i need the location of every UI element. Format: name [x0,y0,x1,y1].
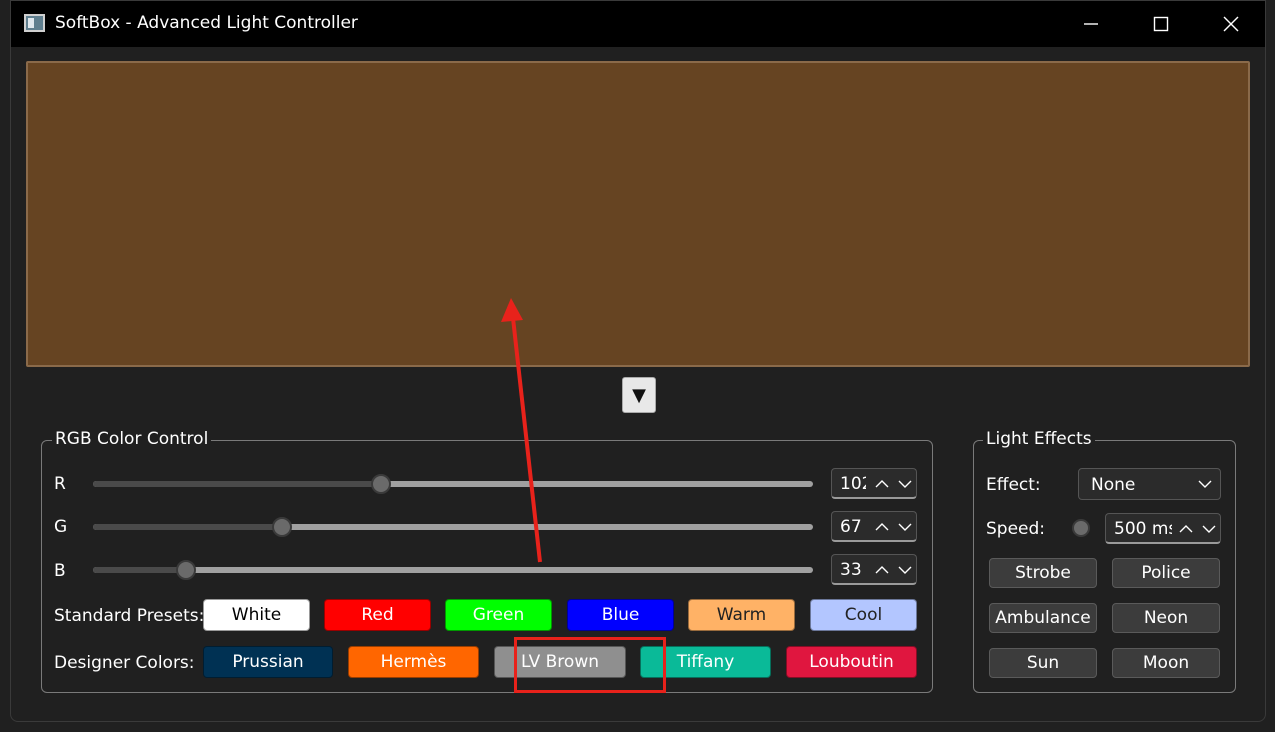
rgb-color-control-group: RGB Color Control R 102 G 67 B [41,429,933,693]
chevron-down-icon [1198,474,1212,499]
designer-hermes-button[interactable]: Hermès [348,646,479,678]
green-increment-button[interactable] [872,516,892,538]
effect-police-button[interactable]: Police [1112,558,1220,588]
chevron-down-icon [898,480,912,488]
green-slider[interactable] [93,517,813,537]
red-slider[interactable] [93,474,813,494]
effect-neon-button[interactable]: Neon [1112,603,1220,633]
red-channel-label: R [54,474,66,494]
effect-dropdown-value: None [1091,475,1136,495]
red-value[interactable]: 102 [840,474,866,494]
designer-louboutin-button[interactable]: Louboutin [786,646,917,678]
chevron-down-icon [898,523,912,531]
preset-red-button[interactable]: Red [324,599,431,631]
standard-presets-label: Standard Presets: [54,606,205,626]
speed-spinbox[interactable]: 500 ms [1105,513,1221,544]
rgb-group-title: RGB Color Control [52,429,212,449]
effect-label: Effect: [986,475,1041,495]
minimize-button[interactable] [1056,1,1126,47]
green-spinbox[interactable]: 67 [831,511,917,542]
color-preview [26,61,1250,367]
red-slider-thumb[interactable] [371,474,391,494]
blue-decrement-button[interactable] [895,559,915,581]
green-decrement-button[interactable] [895,516,915,538]
speed-increment-button[interactable] [1176,518,1196,540]
designer-colors-label: Designer Colors: [54,653,195,673]
chevron-up-icon [1179,525,1193,533]
minimize-icon [1084,23,1098,25]
effect-dropdown[interactable]: None [1078,468,1221,500]
red-slider-fill [93,481,381,487]
blue-spinbox[interactable]: 33 [831,554,917,585]
chevron-down-icon [1202,525,1216,533]
effect-strobe-button[interactable]: Strobe [989,558,1097,588]
toggle-panel-button[interactable]: ▼ [622,377,656,413]
preset-warm-button[interactable]: Warm [688,599,795,631]
chevron-up-icon [875,566,889,574]
blue-channel-label: B [54,561,66,581]
blue-slider[interactable] [93,560,813,580]
speed-label: Speed: [986,519,1046,539]
blue-slider-thumb[interactable] [176,560,197,580]
designer-prussian-button[interactable]: Prussian [203,646,333,678]
chevron-up-icon [875,480,889,488]
chevron-up-icon [875,523,889,531]
selection-highlight-box [514,637,666,693]
green-slider-fill [93,524,283,530]
app-icon [24,14,45,32]
light-effects-title: Light Effects [983,429,1095,449]
blue-increment-button[interactable] [872,559,892,581]
effect-moon-button[interactable]: Moon [1112,648,1220,678]
blue-slider-fill [93,567,187,573]
blue-value[interactable]: 33 [840,560,866,580]
title-bar: SoftBox - Advanced Light Controller [11,1,1265,47]
close-button[interactable] [1196,1,1266,47]
maximize-button[interactable] [1126,1,1196,47]
red-spinbox[interactable]: 102 [831,468,917,499]
speed-decrement-button[interactable] [1199,518,1219,540]
green-slider-thumb[interactable] [272,517,293,537]
preset-cool-button[interactable]: Cool [810,599,917,631]
app-window: SoftBox - Advanced Light Controller ▼ RG… [10,0,1266,722]
window-title: SoftBox - Advanced Light Controller [55,13,358,33]
speed-value[interactable]: 500 ms [1114,519,1172,539]
preset-white-button[interactable]: White [203,599,310,631]
chevron-down-icon [898,566,912,574]
close-icon [1223,16,1239,32]
red-decrement-button[interactable] [895,473,915,495]
preset-blue-button[interactable]: Blue [567,599,674,631]
effect-ambulance-button[interactable]: Ambulance [989,603,1097,633]
maximize-icon [1153,16,1169,32]
light-effects-group: Light Effects Effect: None Speed: 500 ms… [973,429,1236,693]
red-increment-button[interactable] [872,473,892,495]
green-value[interactable]: 67 [840,517,866,537]
speed-slider-thumb[interactable] [1072,519,1090,537]
effect-sun-button[interactable]: Sun [989,648,1097,678]
green-channel-label: G [54,517,68,537]
preset-green-button[interactable]: Green [445,599,552,631]
